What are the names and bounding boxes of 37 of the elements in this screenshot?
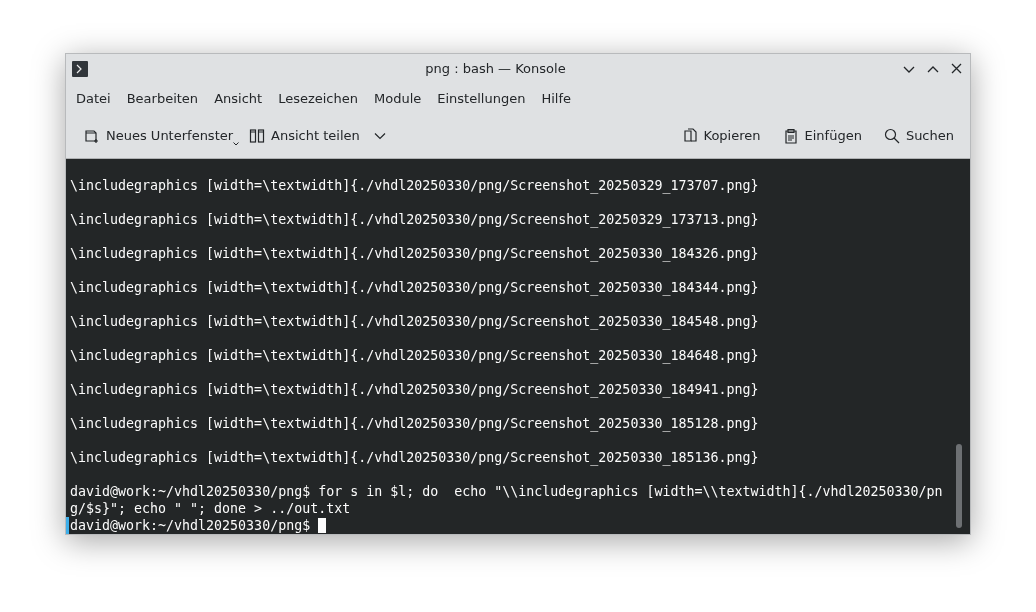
output-line: \includegraphics [width=\textwidth]{./vhdl20250330/png/Screenshot_20250329_173707.png}	[70, 178, 759, 193]
split-view-icon	[249, 127, 266, 144]
menu-item[interactable]: Einstellungen	[431, 90, 532, 106]
output-line: \includegraphics [width=\textwidth]{./vhdl20250330/png/Screenshot_20250330_184941.png}	[70, 382, 759, 397]
output-line: \includegraphics [width=\textwidth]{./vhdl20250330/png/Screenshot_20250330_184548.png}	[70, 314, 759, 329]
toolbar-button[interactable]: Neues Unterfenster	[78, 123, 240, 148]
menu-item[interactable]: Ansicht	[208, 90, 269, 106]
toolbar-button[interactable]: Ansicht teilen	[243, 123, 392, 148]
menu-item[interactable]: Hilfe	[535, 90, 577, 106]
output-line: \includegraphics [width=\textwidth]{./vhdl20250330/png/Screenshot_20250330_184648.png}	[70, 348, 759, 363]
toolbar-button[interactable]: Kopieren	[675, 123, 767, 148]
copy-icon	[681, 127, 698, 144]
command-line: g/$s}"; echo " "; done > ../out.txt	[70, 501, 351, 516]
scrollbar-thumb[interactable]	[956, 444, 962, 528]
output-line: \includegraphics [width=\textwidth]{./vhdl20250330/png/Screenshot_20250330_185136.png}	[70, 450, 759, 465]
output-line: \includegraphics [width=\textwidth]{./vhdl20250330/png/Screenshot_20250330_184344.png}	[70, 280, 759, 295]
command-line: david@work:~/vhdl20250330/png$ for s in $l; do echo "\\includegraphics [width=\\textwidth]{./vhdl20250330/pn	[70, 484, 943, 499]
dropdown-indicator-icon	[233, 141, 240, 146]
toolbar-button[interactable]: Einfügen	[776, 123, 868, 148]
terminal-icon	[72, 60, 88, 77]
text-cursor	[318, 518, 327, 533]
new-tab-icon	[84, 127, 100, 144]
selection-marker	[66, 517, 69, 534]
toolbar-button[interactable]: Suchen	[877, 123, 960, 148]
window-title: png : bash — Konsole	[424, 61, 567, 76]
output-line: \includegraphics [width=\textwidth]{./vhdl20250330/png/Screenshot_20250330_185128.png}	[70, 416, 759, 431]
menu-item[interactable]: Lesezeichen	[272, 90, 364, 106]
output-line: \includegraphics [width=\textwidth]{./vhdl20250330/png/Screenshot_20250330_184326.png}	[70, 246, 759, 261]
menu-item[interactable]: Bearbeiten	[120, 90, 205, 106]
prompt-line: david@work:~/vhdl20250330/png$	[70, 518, 311, 533]
search-icon	[883, 127, 900, 144]
menu-item[interactable]: Module	[368, 90, 428, 106]
paste-icon	[782, 127, 799, 144]
chevron-down-icon	[373, 131, 386, 140]
close-icon[interactable]	[951, 63, 962, 74]
output-line: \includegraphics [width=\textwidth]{./vhdl20250330/png/Screenshot_20250329_173713.png}	[70, 212, 759, 227]
menu-item[interactable]: Datei	[70, 90, 117, 106]
